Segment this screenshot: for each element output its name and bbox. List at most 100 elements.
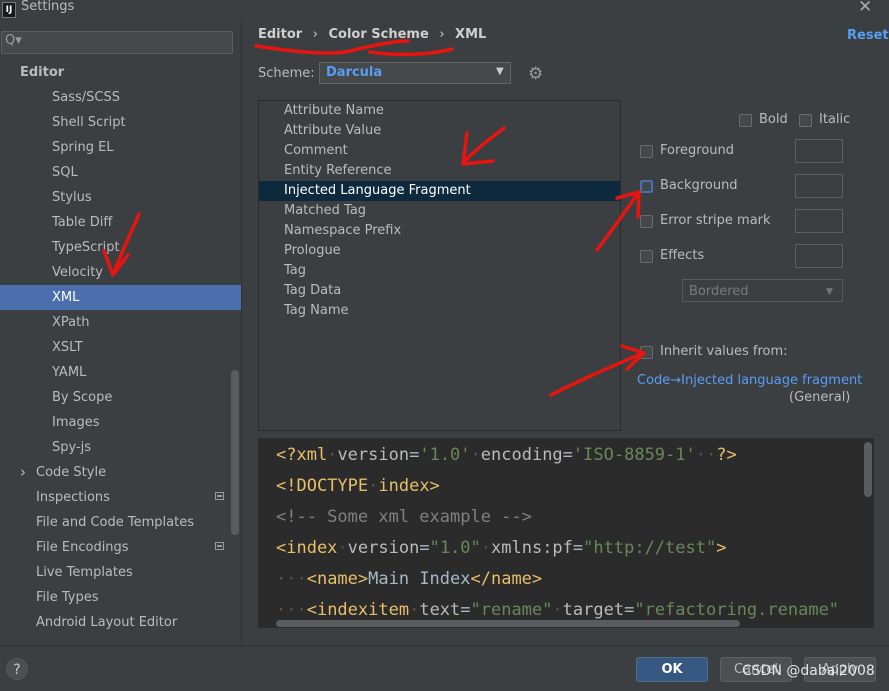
sidebar-item-label: Shell Script bbox=[52, 115, 126, 130]
sidebar-item-sass-scss[interactable]: Sass/SCSS bbox=[0, 85, 241, 110]
code-token: version bbox=[347, 538, 420, 558]
chevron-right-icon[interactable]: › bbox=[20, 460, 26, 485]
attribute-list-item[interactable]: Attribute Name bbox=[259, 101, 620, 121]
background-label: Background bbox=[660, 178, 738, 193]
ok-button[interactable]: OK bbox=[636, 657, 708, 682]
error-stripe-checkbox[interactable] bbox=[640, 215, 653, 228]
sidebar-item-shell-script[interactable]: Shell Script bbox=[0, 110, 241, 135]
foreground-color-swatch[interactable] bbox=[795, 139, 843, 163]
sidebar-item-images[interactable]: Images bbox=[0, 410, 241, 435]
background-checkbox[interactable] bbox=[640, 180, 653, 193]
attribute-list-item[interactable]: Namespace Prefix bbox=[259, 221, 620, 241]
code-token: "refactoring.rename" bbox=[634, 600, 840, 620]
code-token: "http://test" bbox=[583, 538, 717, 558]
effects-checkbox[interactable] bbox=[640, 250, 653, 263]
background-color-swatch[interactable] bbox=[795, 174, 843, 198]
error-stripe-color-swatch[interactable] bbox=[795, 209, 843, 233]
sidebar-item-table-diff[interactable]: Table Diff bbox=[0, 210, 241, 235]
sidebar-item-spring-el[interactable]: Spring EL bbox=[0, 135, 241, 160]
project-scope-icon bbox=[215, 542, 224, 550]
bold-checkbox[interactable] bbox=[739, 114, 752, 127]
sidebar-item-xml[interactable]: XML bbox=[0, 285, 241, 310]
watermark: CSDN @dabai2008 bbox=[742, 663, 875, 679]
error-stripe-label: Error stripe mark bbox=[660, 213, 771, 228]
chevron-down-icon: ▼ bbox=[496, 66, 504, 77]
code-token: target bbox=[562, 600, 625, 620]
sidebar-item-label: Inspections bbox=[36, 490, 110, 505]
foreground-checkbox[interactable] bbox=[640, 145, 653, 158]
sidebar-item-spy-js[interactable]: Spy-js bbox=[0, 435, 241, 460]
attribute-list-item[interactable]: Tag Name bbox=[259, 301, 620, 321]
attribute-list: Attribute Name Attribute Value Comment Enti… bbox=[258, 100, 621, 431]
sidebar-item-code-style[interactable]: › Code Style bbox=[0, 460, 241, 485]
italic-label: Italic bbox=[819, 112, 851, 127]
inherit-label: Inherit values from: bbox=[660, 344, 788, 359]
sidebar-item-label: Table Diff bbox=[52, 215, 113, 230]
sidebar-item-velocity[interactable]: Velocity bbox=[0, 260, 241, 285]
search-input[interactable] bbox=[1, 31, 233, 54]
preview-vertical-scrollbar[interactable] bbox=[864, 442, 872, 497]
code-line: <!DOCTYPE·index> bbox=[276, 476, 440, 496]
sidebar-item-stylus[interactable]: Stylus bbox=[0, 185, 241, 210]
breadcrumb-editor[interactable]: Editor bbox=[258, 27, 302, 42]
attribute-list-item[interactable]: Comment bbox=[259, 141, 620, 161]
sidebar-item-yaml[interactable]: YAML bbox=[0, 360, 241, 385]
sidebar-item-label: By Scope bbox=[52, 390, 113, 405]
foreground-label: Foreground bbox=[660, 143, 735, 158]
sidebar-item-android-layout-editor[interactable]: Android Layout Editor bbox=[0, 610, 241, 635]
sidebar-item-live-templates[interactable]: Live Templates bbox=[0, 560, 241, 585]
sidebar-scrollbar[interactable] bbox=[231, 370, 239, 535]
attribute-list-item[interactable]: Matched Tag bbox=[259, 201, 620, 221]
code-token: <!DOCTYPE bbox=[276, 476, 369, 496]
breadcrumb-separator: › bbox=[312, 27, 318, 42]
sidebar-item-label: File and Code Templates bbox=[36, 515, 194, 530]
code-line: <?xml·version='1.0'·encoding='ISO-8859-1… bbox=[276, 445, 737, 465]
inherit-checkbox[interactable] bbox=[640, 346, 653, 359]
attribute-list-item[interactable]: Attribute Value bbox=[259, 121, 620, 141]
code-token: <name> bbox=[306, 569, 369, 589]
inherit-link[interactable]: Code→Injected language fragment bbox=[637, 373, 862, 388]
sidebar-item-typescript[interactable]: TypeScript bbox=[0, 235, 241, 260]
sidebar-item-label: Velocity bbox=[52, 265, 103, 280]
italic-checkbox[interactable] bbox=[799, 114, 812, 127]
code-token: version bbox=[337, 445, 410, 465]
code-line: ···<name>Main Index</name> bbox=[276, 569, 543, 589]
attribute-list-item[interactable]: Injected Language Fragment bbox=[259, 181, 620, 201]
sidebar-item-label: Stylus bbox=[52, 190, 92, 205]
sidebar-item-label: YAML bbox=[52, 365, 87, 380]
attribute-list-item[interactable]: Tag bbox=[259, 261, 620, 281]
annotation-underline bbox=[254, 39, 410, 55]
attribute-list-item[interactable]: Prologue bbox=[259, 241, 620, 261]
gear-icon[interactable]: ⚙ bbox=[528, 64, 543, 84]
sidebar-item-label: Images bbox=[52, 415, 100, 430]
sidebar-item-label: Spring EL bbox=[52, 140, 114, 155]
help-button[interactable]: ? bbox=[6, 658, 28, 680]
sidebar-item-file-types[interactable]: File Types bbox=[0, 585, 241, 610]
breadcrumb: Editor › Color Scheme › XML bbox=[258, 27, 486, 42]
attribute-list-item[interactable]: Entity Reference bbox=[259, 161, 620, 181]
sidebar-item-editor[interactable]: Editor bbox=[0, 60, 241, 85]
sidebar-item-label: Editor bbox=[20, 65, 65, 80]
close-icon[interactable]: ✕ bbox=[858, 0, 872, 17]
breadcrumb-color-scheme[interactable]: Color Scheme bbox=[328, 27, 428, 42]
annotation-underline bbox=[368, 47, 454, 57]
reset-link[interactable]: Reset bbox=[847, 28, 889, 43]
sidebar-item-xslt[interactable]: XSLT bbox=[0, 335, 241, 360]
preview-horizontal-scrollbar[interactable] bbox=[276, 620, 740, 627]
title-bar bbox=[0, 0, 889, 20]
sidebar-item-file-encodings[interactable]: File Encodings bbox=[0, 535, 241, 560]
search-icon: Q▾ bbox=[5, 33, 22, 48]
sidebar-item-xpath[interactable]: XPath bbox=[0, 310, 241, 335]
sidebar-item-by-scope[interactable]: By Scope bbox=[0, 385, 241, 410]
splitter[interactable] bbox=[241, 20, 242, 645]
code-token: </name> bbox=[470, 569, 543, 589]
attribute-list-item[interactable]: Tag Data bbox=[259, 281, 620, 301]
effects-color-swatch[interactable] bbox=[795, 244, 843, 268]
code-token: text bbox=[419, 600, 461, 620]
sidebar-item-sql[interactable]: SQL bbox=[0, 160, 241, 185]
sidebar-item-file-and-code-templates[interactable]: File and Code Templates bbox=[0, 510, 241, 535]
inherit-general-label: (General) bbox=[789, 390, 851, 405]
sidebar-item-inspections[interactable]: Inspections bbox=[0, 485, 241, 510]
code-token: ?> bbox=[716, 445, 737, 465]
code-preview[interactable]: <?xml·version='1.0'·encoding='ISO-8859-1… bbox=[258, 438, 874, 628]
